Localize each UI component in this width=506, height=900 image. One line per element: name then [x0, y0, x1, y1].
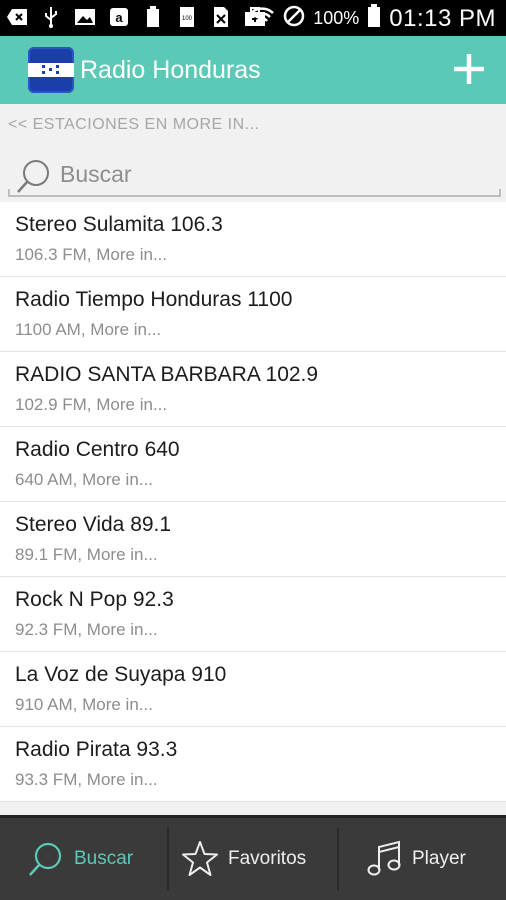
station-name: RADIO SANTA BARBARA 102.9	[15, 363, 319, 386]
station-name: La Voz de Suyapa 910	[15, 663, 227, 686]
station-frequency: 1100 AM, More in...	[15, 320, 162, 339]
search-input[interactable]	[60, 158, 480, 190]
tab-buscar-label: Buscar	[74, 848, 134, 869]
station-frequency: 106.3 FM, More in...	[15, 245, 168, 264]
app-bar: Radio Honduras	[0, 36, 506, 104]
station-frequency: 910 AM, More in...	[15, 695, 153, 714]
tab-divider	[167, 828, 169, 890]
notification-icons: a 100	[6, 6, 266, 28]
station-name: Radio Centro 640	[15, 438, 180, 461]
list-item[interactable]: Radio Pirata 93.3 93.3 FM, More in...	[0, 727, 506, 802]
do-not-disturb-icon	[283, 5, 305, 32]
svg-text:100: 100	[182, 16, 193, 22]
add-button[interactable]	[453, 53, 485, 85]
star-icon	[182, 841, 218, 876]
clock: 01:13 PM	[389, 4, 496, 32]
bottom-nav: Buscar Favoritos Player	[0, 815, 506, 900]
list-item[interactable]: Radio Tiempo Honduras 1100 1100 AM, More…	[0, 277, 506, 352]
app-title: Radio Honduras	[80, 56, 261, 84]
back-tag-icon	[6, 6, 28, 28]
no-sim-icon	[210, 6, 232, 28]
amazon-icon: a	[108, 6, 130, 28]
tab-player-label: Player	[412, 848, 466, 869]
station-list: Stereo Sulamita 106.3 106.3 FM, More in.…	[0, 202, 506, 802]
station-frequency: 640 AM, More in...	[15, 470, 153, 489]
station-frequency: 89.1 FM, More in...	[15, 545, 158, 564]
tab-buscar[interactable]: Buscar	[26, 818, 133, 900]
svg-text:a: a	[115, 10, 123, 25]
search-icon	[14, 156, 54, 196]
station-frequency: 92.3 FM, More in...	[15, 620, 158, 639]
list-item[interactable]: Stereo Sulamita 106.3 106.3 FM, More in.…	[0, 202, 506, 277]
list-item[interactable]: Rock N Pop 92.3 92.3 FM, More in...	[0, 577, 506, 652]
list-item[interactable]: RADIO SANTA BARBARA 102.9 102.9 FM, More…	[0, 352, 506, 427]
tab-favoritos-label: Favoritos	[228, 848, 307, 869]
status-bar: a 100 100% 01:13 PM	[0, 0, 506, 36]
battery-full-icon	[142, 6, 164, 28]
wifi-icon	[249, 5, 275, 32]
station-name: Radio Tiempo Honduras 1100	[15, 288, 293, 311]
status-indicators: 100% 01:13 PM	[249, 4, 496, 33]
battery-percent: 100%	[313, 8, 360, 28]
list-item[interactable]: Stereo Vida 89.1 89.1 FM, More in...	[0, 502, 506, 577]
station-name: Radio Pirata 93.3	[15, 738, 178, 761]
search-bar	[8, 152, 501, 197]
plus-icon	[453, 53, 485, 85]
music-note-icon	[367, 840, 401, 876]
tab-favoritos[interactable]: Favoritos	[180, 818, 306, 900]
honduras-flag-icon[interactable]	[28, 47, 74, 93]
station-name: Stereo Vida 89.1	[15, 513, 172, 536]
tab-divider	[337, 828, 339, 890]
station-name: Rock N Pop 92.3	[15, 588, 174, 611]
image-icon	[74, 6, 96, 28]
list-item[interactable]: La Voz de Suyapa 910 910 AM, More in...	[0, 652, 506, 727]
breadcrumb[interactable]: << ESTACIONES EN MORE IN...	[8, 116, 259, 134]
station-name: Stereo Sulamita 106.3	[15, 213, 223, 236]
battery-icon	[367, 4, 381, 33]
station-frequency: 93.3 FM, More in...	[15, 770, 158, 789]
percent-100-icon: 100	[176, 6, 198, 28]
tab-player[interactable]: Player	[366, 818, 466, 900]
list-item[interactable]: Radio Centro 640 640 AM, More in...	[0, 427, 506, 502]
search-icon	[29, 842, 62, 876]
usb-icon	[40, 6, 62, 28]
station-frequency: 102.9 FM, More in...	[15, 395, 168, 414]
